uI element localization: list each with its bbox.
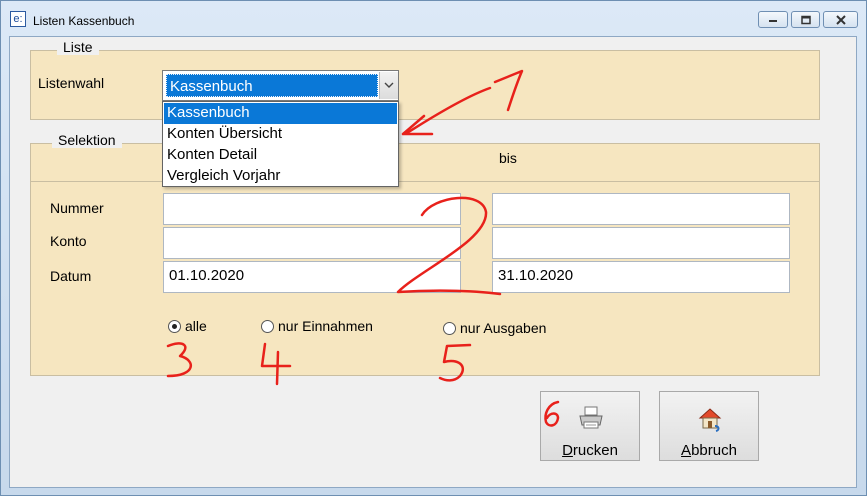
annotation-number-3: [166, 342, 192, 378]
annotation-number-6: [544, 400, 560, 427]
annotation-overlay: [166, 69, 560, 427]
annotation-number-2: [396, 196, 502, 296]
annotation-arrow-shaft: [405, 86, 492, 135]
annotation-number-4: [260, 342, 292, 386]
annotation-number-1: [493, 69, 524, 112]
annotation-number-5: [438, 343, 472, 382]
